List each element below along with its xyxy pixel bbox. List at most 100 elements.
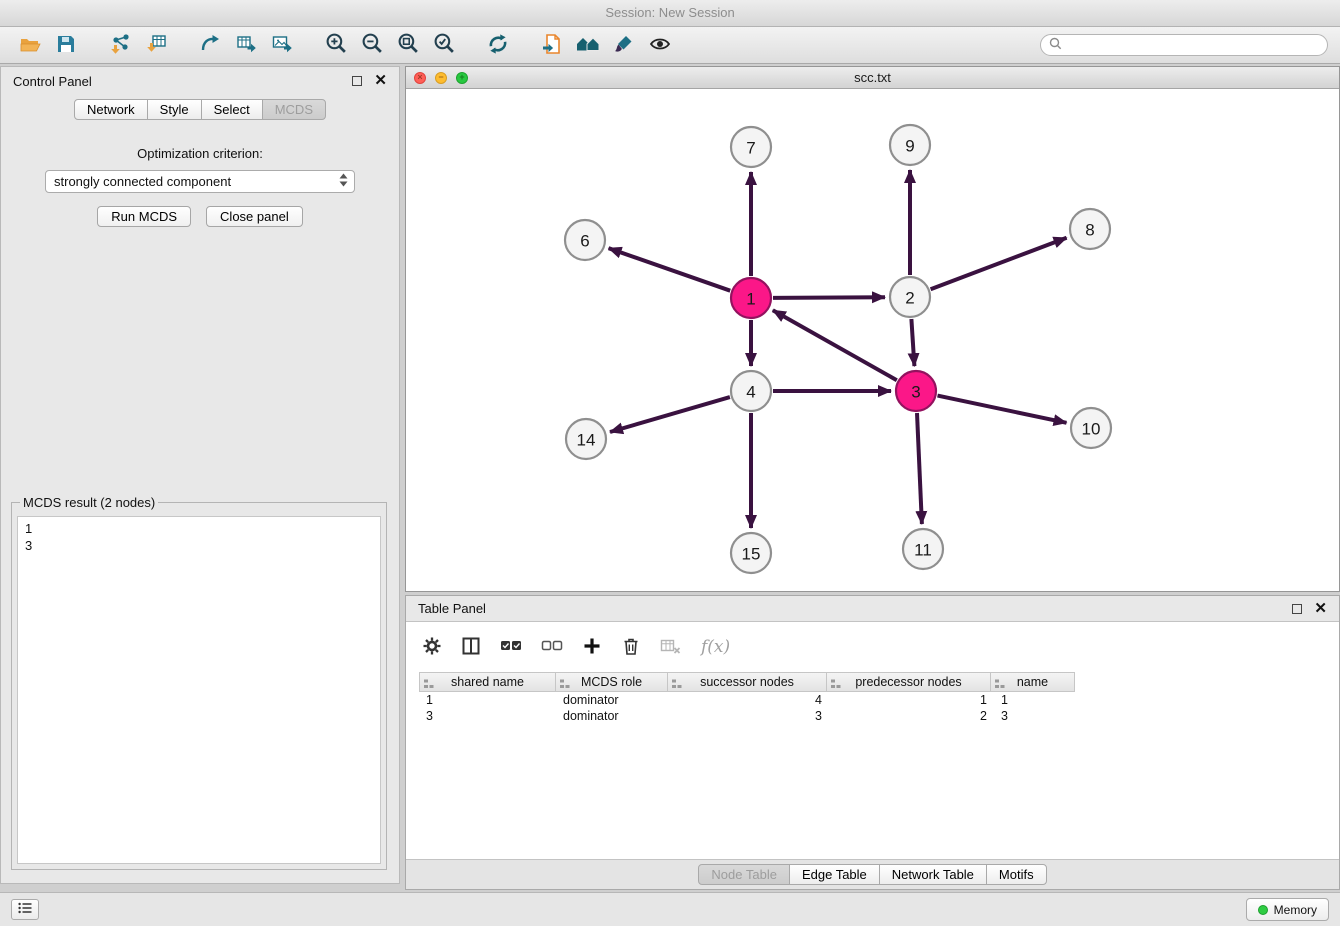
- column-sort-icon: [560, 678, 570, 692]
- zoom-fit-button[interactable]: [390, 30, 426, 60]
- graph-node-2[interactable]: 2: [890, 277, 930, 317]
- graph-node-10[interactable]: 10: [1071, 408, 1111, 448]
- table-cell[interactable]: 2: [829, 708, 994, 724]
- open-session-button[interactable]: [12, 30, 48, 60]
- optimization-criterion-dropdown[interactable]: strongly connected component: [45, 170, 355, 193]
- close-panel-button[interactable]: Close panel: [206, 206, 303, 227]
- export-table-button[interactable]: [228, 30, 264, 60]
- table-cell[interactable]: 1: [994, 692, 1079, 708]
- table-tab-motifs[interactable]: Motifs: [986, 864, 1047, 885]
- select-all-button[interactable]: [500, 637, 522, 658]
- graph-node-11[interactable]: 11: [903, 529, 943, 569]
- table-cell[interactable]: 1: [419, 692, 556, 708]
- column-sort-icon: [995, 678, 1005, 692]
- table-settings-button[interactable]: [422, 636, 442, 659]
- table-cell[interactable]: 3: [994, 708, 1079, 724]
- column-sort-icon: [424, 678, 434, 692]
- import-network-icon: [109, 33, 131, 58]
- show-hide-button[interactable]: [642, 30, 678, 60]
- tab-style[interactable]: Style: [147, 99, 202, 120]
- table-cell[interactable]: dominator: [556, 692, 669, 708]
- maximize-window-icon[interactable]: +: [456, 72, 468, 84]
- tab-network[interactable]: Network: [74, 99, 148, 120]
- show-columns-button[interactable]: [461, 636, 481, 659]
- export-image-button[interactable]: [264, 30, 300, 60]
- zoom-out-button[interactable]: [354, 30, 390, 60]
- delete-table-button[interactable]: [660, 637, 682, 658]
- memory-button[interactable]: Memory: [1246, 898, 1329, 921]
- new-network-button[interactable]: [192, 30, 228, 60]
- table-cell[interactable]: 1: [829, 692, 994, 708]
- column-header-shared-name[interactable]: shared name: [419, 672, 556, 692]
- save-session-button[interactable]: [48, 30, 84, 60]
- refresh-icon: [486, 32, 510, 59]
- float-panel-icon[interactable]: [352, 76, 362, 86]
- graph-edge-4-14[interactable]: [610, 397, 730, 432]
- graph-node-4[interactable]: 4: [731, 371, 771, 411]
- graph-edge-3-1[interactable]: [773, 310, 897, 380]
- column-header-mcds-role[interactable]: MCDS role: [555, 672, 668, 692]
- table-rows: 1dominator4113dominator323: [419, 692, 1079, 724]
- trash-icon: [621, 636, 641, 659]
- zoom-in-button[interactable]: [318, 30, 354, 60]
- main-toolbar: [0, 27, 1340, 64]
- graph-node-3[interactable]: 3: [896, 371, 936, 411]
- table-tab-node-table[interactable]: Node Table: [698, 864, 790, 885]
- graph-edge-3-10[interactable]: [938, 396, 1067, 423]
- float-table-panel-icon[interactable]: [1292, 604, 1302, 614]
- function-builder-button[interactable]: f(x): [701, 637, 730, 657]
- table-tab-network-table[interactable]: Network Table: [879, 864, 987, 885]
- graph-node-14[interactable]: 14: [566, 419, 606, 459]
- table-row[interactable]: 1dominator411: [419, 692, 1079, 708]
- run-mcds-button[interactable]: Run MCDS: [97, 206, 191, 227]
- tab-mcds[interactable]: MCDS: [262, 99, 326, 120]
- svg-text:10: 10: [1082, 420, 1101, 439]
- svg-text:7: 7: [746, 139, 755, 158]
- plus-icon: [582, 636, 602, 659]
- style-button[interactable]: [606, 30, 642, 60]
- minimize-window-icon[interactable]: −: [435, 72, 447, 84]
- graph-edge-3-11[interactable]: [917, 413, 922, 524]
- search-input[interactable]: [1067, 38, 1319, 52]
- column-header-name[interactable]: name: [990, 672, 1075, 692]
- graph-node-6[interactable]: 6: [565, 220, 605, 260]
- graph-edge-1-2[interactable]: [773, 297, 885, 298]
- graph-edge-2-8[interactable]: [931, 238, 1067, 289]
- graph-node-15[interactable]: 15: [731, 533, 771, 573]
- graph-node-9[interactable]: 9: [890, 125, 930, 165]
- table-cell[interactable]: 3: [669, 708, 829, 724]
- refresh-button[interactable]: [480, 30, 516, 60]
- import-network-button[interactable]: [102, 30, 138, 60]
- column-sort-icon: [672, 678, 682, 692]
- close-window-icon[interactable]: ×: [414, 72, 426, 84]
- search-field[interactable]: [1040, 34, 1328, 56]
- zoom-selected-icon: [433, 32, 456, 58]
- tab-select[interactable]: Select: [201, 99, 263, 120]
- graph-node-8[interactable]: 8: [1070, 209, 1110, 249]
- graph-node-7[interactable]: 7: [731, 127, 771, 167]
- zoom-selected-button[interactable]: [426, 30, 462, 60]
- task-history-button[interactable]: [11, 899, 39, 920]
- column-header-successor-nodes[interactable]: successor nodes: [667, 672, 827, 692]
- export-document-button[interactable]: [534, 30, 570, 60]
- columns-icon: [461, 636, 481, 659]
- layout-button[interactable]: [570, 30, 606, 60]
- table-tab-edge-table[interactable]: Edge Table: [789, 864, 880, 885]
- import-table-button[interactable]: [138, 30, 174, 60]
- table-cell[interactable]: 3: [419, 708, 556, 724]
- add-column-button[interactable]: [582, 636, 602, 659]
- graph-node-1[interactable]: 1: [731, 278, 771, 318]
- deselect-all-button[interactable]: [541, 637, 563, 658]
- network-graph[interactable]: 7 9 6 8 1 2 4 3 14 10 15 11: [406, 89, 1339, 591]
- graph-edge-1-6[interactable]: [609, 248, 731, 291]
- graph-edges: [609, 170, 1067, 528]
- table-cell[interactable]: 4: [669, 692, 829, 708]
- svg-text:8: 8: [1085, 221, 1094, 240]
- column-header-predecessor-nodes[interactable]: predecessor nodes: [826, 672, 991, 692]
- delete-column-button[interactable]: [621, 636, 641, 659]
- table-cell[interactable]: dominator: [556, 708, 669, 724]
- close-table-panel-icon[interactable]: ✕: [1314, 604, 1327, 614]
- close-panel-icon[interactable]: ✕: [374, 76, 387, 86]
- table-row[interactable]: 3dominator323: [419, 708, 1079, 724]
- graph-edge-2-3[interactable]: [911, 319, 914, 366]
